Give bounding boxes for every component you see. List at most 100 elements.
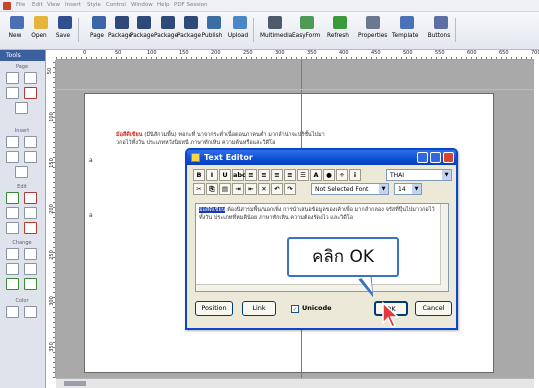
toolbar-buttons-button[interactable]: Buttons	[428, 16, 454, 46]
info-icon[interactable]: i	[349, 169, 361, 181]
scrollbar-thumb[interactable]	[64, 381, 86, 386]
menu-view[interactable]: View	[47, 2, 60, 8]
underline-icon[interactable]: U	[219, 169, 231, 181]
language-select[interactable]: THAI ▼	[386, 169, 452, 181]
toolbar-package-button[interactable]: Package	[129, 16, 157, 46]
paste-icon[interactable]: ▤	[219, 183, 231, 195]
dialog-title-bar[interactable]: Text Editor	[187, 150, 456, 165]
page-add-tool-icon[interactable]	[6, 87, 19, 99]
menu-pdf-session[interactable]: PDF Session	[174, 2, 207, 8]
divide-icon[interactable]: ÷	[336, 169, 348, 181]
text-color-icon[interactable]: A	[310, 169, 322, 181]
change-rotate-tool-icon[interactable]	[24, 248, 37, 260]
redo-icon[interactable]: ↷	[284, 183, 296, 195]
edit-paste-tool-icon[interactable]	[6, 222, 19, 234]
edit-copy-tool-icon[interactable]	[24, 207, 37, 219]
clear-format-icon[interactable]: ✕	[258, 183, 270, 195]
change-order-tool-icon[interactable]	[24, 263, 37, 275]
insert-table-tool-icon[interactable]	[6, 151, 19, 163]
menu-insert[interactable]: Insert	[65, 2, 81, 8]
color-fill-tool-icon[interactable]	[6, 306, 19, 318]
toolbar-properties-button[interactable]: Properties	[358, 16, 387, 46]
package-icon	[184, 16, 198, 29]
cut-icon[interactable]: ✂	[193, 183, 205, 195]
tools-section-insert: Insert	[14, 128, 30, 134]
ruler-number: 100	[48, 112, 55, 122]
bold-icon[interactable]: B	[193, 169, 205, 181]
toolbar-new-button[interactable]: New	[4, 16, 30, 46]
edit-undo-tool-icon[interactable]	[6, 192, 19, 204]
page-prev-tool-icon[interactable]	[6, 72, 19, 84]
align-right-icon[interactable]: ≡	[271, 169, 283, 181]
horizontal-guide-line[interactable]	[56, 89, 534, 90]
menu-window[interactable]: Window	[131, 2, 153, 8]
maximize-icon[interactable]	[430, 152, 441, 163]
align-left-icon[interactable]: ≡	[245, 169, 257, 181]
toolbar-refresh-button[interactable]: Refresh	[327, 16, 353, 46]
link-button[interactable]: Link	[242, 301, 276, 316]
cancel-button[interactable]: Cancel	[415, 301, 452, 316]
ruler-number: 350	[48, 342, 55, 352]
insert-text-tool-icon[interactable]	[24, 136, 37, 148]
horizontal-scrollbar[interactable]	[56, 378, 534, 388]
size-select[interactable]: 14 ▼	[394, 183, 422, 195]
list-icon[interactable]: ☰	[297, 169, 309, 181]
template-icon	[400, 16, 414, 29]
menu-control[interactable]: Control	[106, 2, 126, 8]
ruler-number: 250	[243, 50, 253, 56]
outdent-icon[interactable]: ⇤	[245, 183, 257, 195]
horizontal-ruler: 0 50 100 150 200 250 300 350 400 450 500 550 600 650 7…	[56, 50, 539, 60]
color-line-tool-icon[interactable]	[24, 306, 37, 318]
change-resize-tool-icon[interactable]	[6, 248, 19, 260]
editor-vertical-scrollbar[interactable]	[440, 204, 448, 291]
change-move-tool-icon[interactable]	[24, 278, 37, 290]
ruler-number: 550	[435, 50, 445, 56]
menu-help[interactable]: Help	[157, 2, 170, 8]
font-select[interactable]: Not Selected Font ▼	[311, 183, 389, 195]
page-next-tool-icon[interactable]	[24, 72, 37, 84]
toolbar-easyform-button[interactable]: EasyForm	[292, 16, 320, 46]
menu-file[interactable]: File	[16, 2, 25, 8]
toolbar-button-label: Template	[392, 33, 419, 39]
toolbar-template-button[interactable]: Template	[392, 16, 420, 46]
indent-icon[interactable]: ⇥	[232, 183, 244, 195]
italic-icon[interactable]: I	[206, 169, 218, 181]
toolbar-save-button[interactable]: Save	[52, 16, 78, 46]
bg-color-icon[interactable]: ●	[323, 169, 335, 181]
font-select-value: Not Selected Font	[315, 186, 369, 193]
menu-style[interactable]: Style	[87, 2, 101, 8]
package-icon	[115, 16, 129, 29]
close-icon[interactable]	[443, 152, 454, 163]
copy-icon[interactable]: ⎘	[206, 183, 218, 195]
main-toolbar: New Open Save Page Package Package Package Pack…	[0, 12, 539, 50]
menu-edit[interactable]: Edit	[32, 2, 43, 8]
change-align-tool-icon[interactable]	[6, 263, 19, 275]
toolbar-button-label: Open	[31, 33, 47, 39]
justify-icon[interactable]: ≡	[284, 169, 296, 181]
insert-media-tool-icon[interactable]	[15, 166, 28, 178]
insert-link-tool-icon[interactable]	[24, 151, 37, 163]
change-group-tool-icon[interactable]	[6, 278, 19, 290]
toolbar-publish-button[interactable]: Publish	[201, 16, 227, 46]
undo-icon[interactable]: ↶	[271, 183, 283, 195]
edit-delete-tool-icon[interactable]	[24, 222, 37, 234]
toolbar-button-label: Package	[129, 33, 155, 39]
toolbar-upload-button[interactable]: Upload	[227, 16, 253, 46]
insert-image-tool-icon[interactable]	[6, 136, 19, 148]
editor-selected-text: ม้อสีดีเขียน	[199, 207, 226, 213]
align-center-icon[interactable]: ≡	[258, 169, 270, 181]
mouse-pointer-icon	[382, 301, 399, 329]
editor-horizontal-scrollbar[interactable]	[196, 284, 441, 291]
page-properties-tool-icon[interactable]	[15, 102, 28, 114]
package-icon	[137, 16, 151, 29]
unicode-checkbox[interactable]: ✓	[291, 305, 299, 313]
edit-cut-tool-icon[interactable]	[6, 207, 19, 219]
minimize-icon[interactable]	[417, 152, 428, 163]
toolbar-open-button[interactable]: Open	[28, 16, 54, 46]
edit-redo-tool-icon[interactable]	[24, 192, 37, 204]
toolbar-multimedia-button[interactable]: Multimedia	[260, 16, 292, 46]
position-button[interactable]: Position	[195, 301, 233, 316]
chevron-down-icon: ▼	[412, 184, 421, 194]
strikethrough-icon[interactable]: abc	[232, 169, 246, 181]
page-delete-tool-icon[interactable]	[24, 87, 37, 99]
